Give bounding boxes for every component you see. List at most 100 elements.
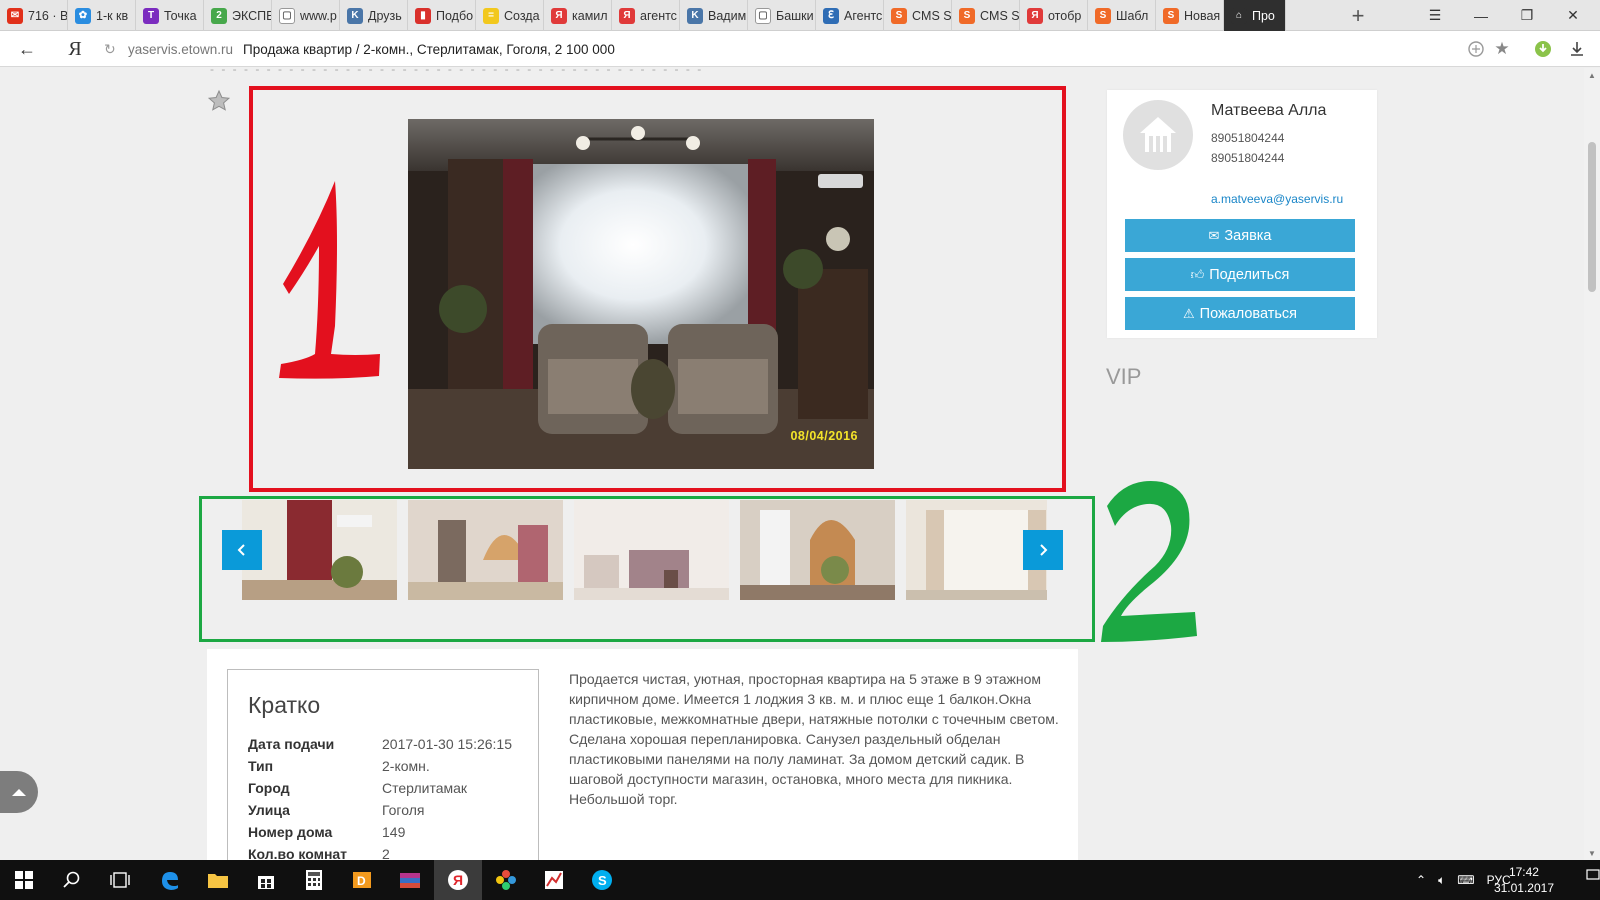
- scroll-to-top-button[interactable]: [0, 771, 38, 813]
- bookmark-star-icon[interactable]: ★: [1492, 39, 1512, 59]
- brief-value: Стерлитамак: [382, 780, 468, 796]
- browser-tab[interactable]: K Вадим: [680, 0, 748, 31]
- browser-tab[interactable]: T Точка: [136, 0, 204, 31]
- taskbar-paint[interactable]: [530, 860, 578, 900]
- browser-tab[interactable]: = Созда: [476, 0, 544, 31]
- tab-favicon-icon: ⌂: [1231, 7, 1247, 24]
- start-button[interactable]: [0, 860, 48, 900]
- brief-key: Тип: [248, 758, 274, 774]
- complain-button[interactable]: ⚠ Пожаловаться: [1125, 297, 1355, 330]
- browser-tab-active[interactable]: ⌂ Про: [1224, 0, 1286, 31]
- notifications-icon[interactable]: [1586, 868, 1600, 892]
- agent-phone-1[interactable]: 89051804244: [1211, 131, 1284, 145]
- browser-tab[interactable]: 2 ЭКСПЕ: [204, 0, 272, 31]
- search-button[interactable]: [48, 860, 96, 900]
- browser-tab[interactable]: S CMS S: [884, 0, 952, 31]
- tab-label: Агентс: [844, 8, 883, 23]
- brief-key: Номер дома: [248, 824, 333, 840]
- tab-favicon-icon: T: [143, 7, 159, 24]
- tray-overflow-icon[interactable]: ⌃: [1416, 873, 1426, 887]
- taskbar-winrar[interactable]: [386, 860, 434, 900]
- scroll-down-icon[interactable]: ▼: [1584, 846, 1600, 860]
- tab-label: CMS S: [912, 8, 951, 23]
- minimize-icon[interactable]: —: [1458, 0, 1504, 31]
- svg-text:D: D: [357, 874, 366, 888]
- browser-tab[interactable]: Яагентс: [612, 0, 680, 31]
- tab-favicon-icon: Я: [1027, 7, 1043, 24]
- tab-favicon-icon: S: [1163, 7, 1179, 24]
- tab-label: 716 · В: [28, 8, 67, 23]
- new-tab-button[interactable]: +: [1343, 0, 1373, 31]
- page-scrollbar[interactable]: ▲ ▼: [1584, 68, 1600, 860]
- tab-label: агентс: [640, 8, 677, 23]
- avatar: [1123, 100, 1193, 170]
- task-view-button[interactable]: [96, 860, 144, 900]
- chart-app-icon: [545, 871, 563, 889]
- browser-tab-bar: ✉ 716 · В ✿ 1-к кв T Точка 2 ЭКСПЕ ▢ www.p K Друзь ▮…: [0, 0, 1600, 31]
- clock[interactable]: 17:42 31.01.2017: [1494, 864, 1554, 896]
- browser-tab[interactable]: K Друзь: [340, 0, 408, 31]
- tab-label: ЭКСПЕ: [232, 8, 271, 23]
- browser-tab[interactable]: Яотобр: [1020, 0, 1088, 31]
- scroll-up-icon[interactable]: ▲: [1584, 68, 1600, 82]
- windows-taskbar: D Я S ⌃ 🔈︎ ⌨ РУС 17:42 31.01.2017: [0, 860, 1600, 900]
- taskbar-ifree[interactable]: D: [338, 860, 386, 900]
- browser-tab[interactable]: ▮ Подбо: [408, 0, 476, 31]
- browser-tab[interactable]: ▢ Башки: [748, 0, 816, 31]
- taskbar-skype[interactable]: S: [578, 860, 626, 900]
- brief-row: Тип 2-комн.: [248, 758, 538, 780]
- tab-label: Шабл: [1116, 8, 1149, 23]
- browser-tab[interactable]: S Шабл: [1088, 0, 1156, 31]
- menu-icon[interactable]: ☰: [1412, 0, 1458, 31]
- url-page-title: Продажа квартир / 2-комн., Стерлитамак, …: [243, 41, 615, 57]
- taskbar-app[interactable]: [482, 860, 530, 900]
- close-icon[interactable]: ✕: [1550, 0, 1596, 31]
- yandex-browser-icon: Я: [448, 870, 468, 890]
- brief-value: Гоголя: [382, 802, 425, 818]
- browser-tab[interactable]: ✿ 1-к кв: [68, 0, 136, 31]
- tab-favicon-icon: =: [483, 7, 499, 24]
- browser-tab[interactable]: ▢ www.p: [272, 0, 340, 31]
- tab-label: Башки: [776, 8, 814, 23]
- back-icon[interactable]: ←: [15, 37, 39, 61]
- tab-favicon-icon: 2: [211, 7, 227, 24]
- brief-row: Город Стерлитамак: [248, 780, 538, 802]
- tab-list: ✉ 716 · В ✿ 1-к кв T Точка 2 ЭКСПЕ ▢ www.p K Друзь ▮…: [0, 0, 1286, 31]
- scrollbar-thumb[interactable]: [1588, 142, 1596, 292]
- tab-label: Точка: [164, 8, 197, 23]
- taskbar-yandex-browser[interactable]: Я: [434, 860, 482, 900]
- taskbar-store[interactable]: [242, 860, 290, 900]
- extension-icon[interactable]: [1533, 39, 1553, 59]
- brief-row: Улица Гоголя: [248, 802, 538, 824]
- agent-email-link[interactable]: a.matveeva@yaservis.ru: [1211, 192, 1343, 206]
- svg-text:Я: Я: [453, 872, 463, 888]
- share-button[interactable]: 👍︎ Поделиться: [1125, 258, 1355, 291]
- request-button-label: Заявка: [1224, 227, 1272, 244]
- volume-icon[interactable]: 🔈︎: [1438, 873, 1445, 888]
- envelope-icon: ✉: [1208, 227, 1220, 243]
- protect-icon[interactable]: [1466, 39, 1486, 59]
- taskbar-calculator[interactable]: [290, 860, 338, 900]
- house-icon: [1140, 117, 1176, 152]
- tab-favicon-icon: ▮: [415, 7, 431, 24]
- yandex-logo[interactable]: Я: [63, 37, 87, 61]
- request-button[interactable]: ✉ Заявка: [1125, 219, 1355, 252]
- store-icon: [258, 876, 274, 889]
- browser-tab[interactable]: ✉ 716 · В: [0, 0, 68, 31]
- url-field[interactable]: ↻ yaservis.etown.ru Продажа квартир / 2-…: [104, 35, 1494, 63]
- keyboard-icon[interactable]: ⌨: [1457, 873, 1474, 887]
- brief-row: Номер дома 149: [248, 824, 538, 846]
- restore-icon[interactable]: ❐: [1504, 0, 1550, 31]
- brief-title: Кратко: [248, 692, 321, 718]
- favorite-star-icon[interactable]: [207, 89, 231, 113]
- taskbar-explorer[interactable]: [194, 860, 242, 900]
- browser-tab[interactable]: Якамил: [544, 0, 612, 31]
- downloads-icon[interactable]: [1567, 39, 1587, 59]
- browser-tab[interactable]: S Новая: [1156, 0, 1224, 31]
- taskbar-edge[interactable]: [146, 860, 194, 900]
- browser-tab[interactable]: S CMS S: [952, 0, 1020, 31]
- agent-phone-2[interactable]: 89051804244: [1211, 151, 1284, 165]
- reload-icon[interactable]: ↻: [104, 41, 118, 58]
- brief-box: Кратко Дата подачи 2017-01-30 15:26:15 Т…: [227, 669, 539, 860]
- browser-tab[interactable]: ℇ Агентс: [816, 0, 884, 31]
